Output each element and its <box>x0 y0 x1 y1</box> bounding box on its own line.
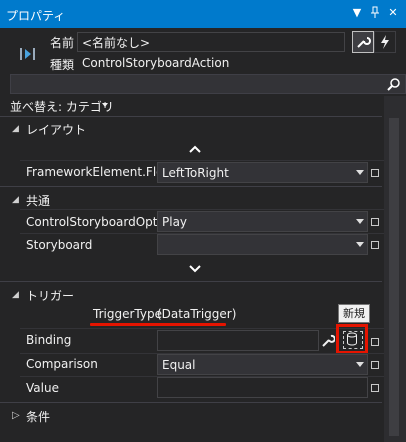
expand-layout-icon[interactable]: ◢ <box>12 124 19 134</box>
advanced-options-marker[interactable] <box>371 169 379 177</box>
comparison-value: Equal <box>162 358 196 372</box>
advanced-options-marker[interactable] <box>371 384 379 392</box>
chevron-down-icon <box>356 219 364 224</box>
section-common[interactable]: 共通 <box>26 192 50 209</box>
pin-icon[interactable] <box>368 6 382 20</box>
binding-field[interactable] <box>157 330 319 351</box>
expand-common-icon[interactable]: ◢ <box>12 195 19 205</box>
binding-label: Binding <box>26 333 72 347</box>
type-label: 種類 <box>50 58 75 72</box>
control-storyboard-combo[interactable]: Play <box>157 211 368 232</box>
control-storyboard-value: Play <box>162 215 188 229</box>
name-field[interactable]: <名前なし> <box>77 32 345 52</box>
expand-conditions-icon[interactable]: ▷ <box>12 410 20 421</box>
divider <box>0 402 382 403</box>
control-storyboard-label: ControlStoryboardOpt... <box>26 215 169 229</box>
chevron-down-icon <box>356 242 364 247</box>
type-value: ControlStoryboardAction <box>82 56 230 70</box>
section-trigger[interactable]: トリガー <box>26 287 74 304</box>
expand-trigger-icon[interactable]: ◢ <box>12 290 19 300</box>
storyboard-label: Storyboard <box>26 238 93 252</box>
events-button[interactable] <box>374 31 396 53</box>
dropdown-icon[interactable]: ▼ <box>350 6 364 20</box>
flow-direction-combo[interactable]: LeftToRight <box>157 162 368 183</box>
scrollbar-thumb[interactable] <box>389 118 399 436</box>
advanced-options-marker[interactable] <box>371 218 379 226</box>
database-icon <box>347 332 357 346</box>
search-icon <box>387 78 400 91</box>
sort-label[interactable]: 並べ替え: カテゴリ <box>10 98 114 115</box>
row-divider <box>20 328 384 329</box>
divider <box>0 186 382 187</box>
value-label: Value <box>26 381 59 395</box>
new-binding-button[interactable] <box>336 324 368 354</box>
search-input[interactable] <box>10 74 406 94</box>
row-divider <box>20 209 384 210</box>
advanced-options-marker[interactable] <box>371 338 379 346</box>
sort-dropdown-icon[interactable] <box>102 103 108 107</box>
name-value: <名前なし> <box>82 36 151 50</box>
flow-direction-value: LeftToRight <box>162 166 229 180</box>
properties-button[interactable] <box>352 31 374 53</box>
window-title: プロパティ <box>6 9 66 23</box>
divider <box>0 116 382 117</box>
advanced-options-marker[interactable] <box>371 241 379 249</box>
section-layout[interactable]: レイアウト <box>26 121 86 138</box>
expand-chevron-icon[interactable] <box>188 264 202 274</box>
advanced-options-marker[interactable] <box>371 361 379 369</box>
comparison-label: Comparison <box>26 357 98 371</box>
action-icon <box>18 44 38 64</box>
comparison-combo[interactable]: Equal <box>157 354 368 375</box>
red-underline <box>90 323 226 326</box>
trigger-type-label: TriggerType <box>93 307 162 321</box>
storyboard-combo[interactable] <box>157 234 368 255</box>
chevron-down-icon <box>356 170 364 175</box>
value-field[interactable] <box>157 377 368 398</box>
title-bar: プロパティ ▼ ✕ <box>0 0 406 28</box>
wrench-icon <box>357 37 371 48</box>
collapse-chevron-icon[interactable] <box>188 144 202 154</box>
new-tooltip-text: 新規 <box>343 307 365 320</box>
lightning-icon <box>381 35 389 49</box>
section-conditions[interactable]: 条件 <box>26 408 50 425</box>
trigger-type-value: (DataTrigger) <box>157 307 237 321</box>
new-tooltip: 新規 <box>338 304 370 323</box>
wrench-icon[interactable] <box>321 332 335 348</box>
divider <box>0 281 382 282</box>
chevron-down-icon <box>356 362 364 367</box>
close-icon[interactable]: ✕ <box>386 6 400 20</box>
row-divider <box>20 160 384 161</box>
flow-direction-label: FrameworkElement.Flo... <box>26 165 175 179</box>
name-label: 名前 <box>50 36 75 50</box>
